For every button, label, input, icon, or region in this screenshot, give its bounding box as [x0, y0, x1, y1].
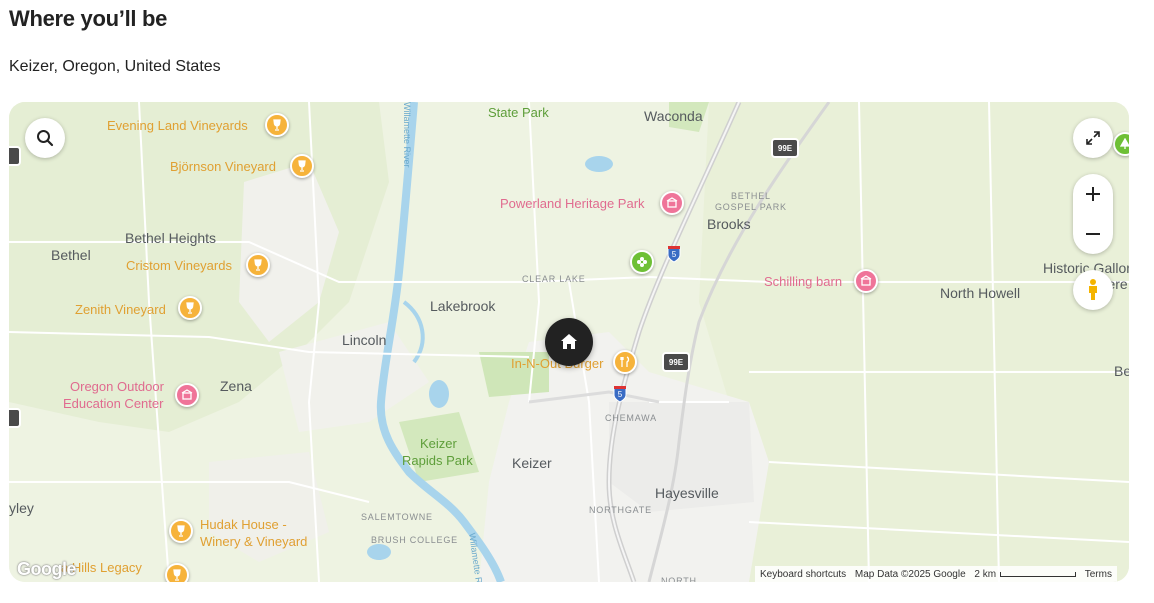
listing-location-marker[interactable]	[545, 318, 593, 366]
scale-label: 2 km	[974, 568, 997, 580]
wine-glass-icon	[298, 160, 306, 172]
map-label-hayesville: Hayesville	[655, 485, 719, 501]
attraction-pin[interactable]	[854, 269, 878, 293]
map-label-hudak-2: Winery & Vineyard	[200, 534, 308, 549]
fork-knife-icon	[620, 356, 630, 367]
map-label-willamette-upper: Willamette River	[402, 102, 412, 168]
home-icon	[561, 334, 577, 349]
zoom-in-button[interactable]	[1073, 174, 1113, 214]
pegman-icon	[1089, 279, 1097, 300]
zoom-out-button[interactable]	[1073, 214, 1113, 254]
museum-icon	[181, 389, 193, 400]
interstate-shield-icon: 5	[667, 246, 681, 263]
terms-link[interactable]: Terms	[1085, 569, 1112, 580]
vineyard-pin[interactable]	[265, 113, 289, 137]
map-label-yley: yley	[9, 500, 34, 516]
map-label-evening-land: Evening Land Vineyards	[107, 118, 248, 133]
restaurant-pin[interactable]	[613, 350, 637, 374]
museum-icon	[860, 275, 872, 286]
plus-icon	[1086, 187, 1100, 201]
map-label-salemtowne: SALEMTOWNE	[361, 512, 433, 522]
map-label-waconda: Waconda	[644, 108, 703, 124]
highway-shield-partial	[9, 408, 21, 428]
scale-bar: 2 km	[974, 568, 1077, 580]
vineyard-pin[interactable]	[178, 296, 202, 320]
wine-glass-icon	[186, 302, 194, 314]
vineyard-pin[interactable]	[169, 519, 193, 543]
park-pin[interactable]	[630, 250, 654, 274]
map-label-chemawa: CHEMAWA	[605, 413, 657, 423]
map-label-zena: Zena	[220, 378, 252, 394]
google-logo: Google	[17, 559, 77, 579]
map-container[interactable]: State Park Waconda Evening Land Vineyard…	[9, 102, 1129, 582]
vineyard-pin[interactable]	[290, 154, 314, 178]
svg-text:5: 5	[672, 250, 677, 259]
map-label-lincoln: Lincoln	[342, 332, 387, 348]
map-label-north-howell: North Howell	[940, 285, 1021, 301]
map-label-brooks: Brooks	[707, 216, 751, 232]
wine-glass-icon	[177, 525, 185, 537]
wine-glass-icon	[254, 259, 262, 271]
interstate-shield-icon: 5	[613, 386, 627, 403]
map-label-bethel: Bethel	[51, 247, 91, 263]
map-label-keizer: Keizer	[512, 455, 552, 471]
map-label-bethel-gospel-2: GOSPEL PARK	[715, 202, 787, 212]
map-label-powerland: Powerland Heritage Park	[500, 196, 645, 211]
map-label-be: Be	[1114, 363, 1129, 379]
zoom-controls	[1073, 174, 1113, 254]
map-label-state-park: State Park	[488, 105, 549, 120]
map-label-lakebrook: Lakebrook	[430, 298, 496, 314]
map-label-north: NORTH	[661, 576, 697, 582]
map-label-cristom: Cristom Vineyards	[126, 258, 232, 273]
map-label-brush-college: BRUSH COLLEGE	[371, 535, 458, 545]
highway-99e-shield: 99E	[662, 352, 690, 372]
attraction-pin[interactable]	[175, 383, 199, 407]
svg-text:5: 5	[618, 390, 623, 399]
museum-icon	[666, 197, 678, 208]
attraction-pin[interactable]	[660, 191, 684, 215]
map-label-bjornson: Björnson Vineyard	[170, 159, 276, 174]
highway-99e-shield: 99E	[771, 138, 799, 158]
map-label-keizer-rapids-1: Keizer	[420, 436, 457, 451]
vineyard-pin[interactable]	[165, 563, 189, 582]
map-label-oregon-outdoor-2: Education Center	[63, 396, 164, 411]
expand-icon	[1086, 131, 1100, 145]
attribution-bar: Keyboard shortcuts Map Data ©2025 Google…	[755, 566, 1117, 582]
tree-icon	[1119, 138, 1129, 149]
map-label-oregon-outdoor-1: Oregon Outdoor	[70, 379, 164, 394]
map-label-hudak-1: Hudak House -	[200, 517, 287, 532]
vineyard-pin[interactable]	[246, 253, 270, 277]
page-title: Where you’ll be	[9, 6, 168, 31]
scale-line	[1000, 571, 1077, 577]
search-icon	[37, 130, 54, 147]
map-data-text: Map Data ©2025 Google	[854, 568, 966, 580]
fullscreen-button[interactable]	[1073, 118, 1113, 158]
map-label-keizer-rapids-2: Rapids Park	[402, 453, 473, 468]
highway-shield-partial	[9, 146, 21, 166]
wine-glass-icon	[173, 569, 181, 581]
location-subtitle: Keizer, Oregon, United States	[9, 58, 221, 75]
map-label-clear-lake: CLEAR LAKE	[522, 274, 586, 284]
keyboard-shortcuts-link[interactable]: Keyboard shortcuts	[760, 569, 846, 580]
flower-icon	[637, 257, 647, 267]
minus-icon	[1086, 233, 1100, 235]
map-search-button[interactable]	[25, 118, 65, 158]
wine-glass-icon	[273, 119, 281, 131]
map-label-bethel-heights: Bethel Heights	[125, 230, 217, 246]
map-label-schilling: Schilling barn	[764, 274, 843, 289]
map-label-zenith: Zenith Vineyard	[75, 302, 166, 317]
street-view-button[interactable]	[1073, 270, 1113, 310]
map-label-northgate: NORTHGATE	[589, 505, 652, 515]
